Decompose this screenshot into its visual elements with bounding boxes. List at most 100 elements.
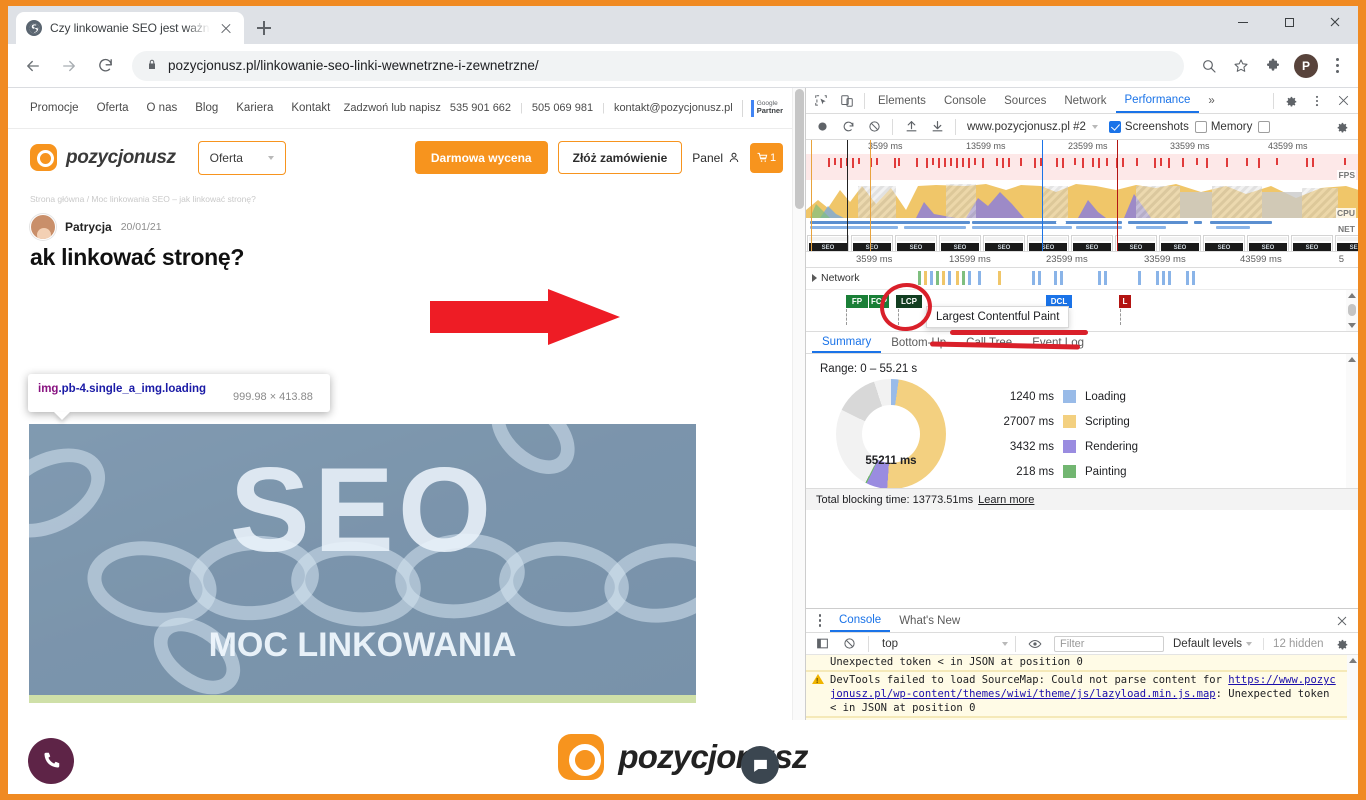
profile-avatar[interactable]: P [1294,53,1318,78]
clear-icon[interactable] [862,116,886,138]
learn-more-link[interactable]: Learn more [978,494,1034,506]
page-scrollbar-thumb[interactable] [795,89,804,209]
close-icon[interactable] [218,20,234,36]
tab-performance[interactable]: Performance [1115,88,1200,113]
overview-window-edge[interactable] [811,140,812,251]
console-message[interactable]: Unexpected token < in JSON at position 0 [806,655,1358,672]
phone-2[interactable]: 505 069 981 [532,102,593,114]
new-tab-button[interactable] [250,14,278,42]
drawer-tab-whats-new[interactable]: What's New [890,609,969,632]
forward-icon[interactable] [52,49,86,83]
filmstrip-frame[interactable] [807,235,849,251]
close-window-button[interactable] [1312,6,1358,38]
scroll-down-arrow-icon[interactable] [1348,323,1356,328]
phone-1[interactable]: 535 901 662 [450,102,511,114]
filmstrip[interactable] [806,234,1358,251]
capture-settings-gear-icon[interactable] [1330,116,1354,138]
tab-console[interactable]: Console [935,88,995,113]
tab-network[interactable]: Network [1055,88,1115,113]
more-tabs-icon[interactable]: » [1199,88,1223,113]
minimize-button[interactable] [1220,6,1266,38]
phone-fab-button[interactable] [28,738,74,784]
recording-target-dropdown[interactable]: www.pozycjonusz.pl #2 [962,121,1103,133]
filmstrip-frame[interactable] [895,235,937,251]
maximize-button[interactable] [1266,6,1312,38]
panel-link[interactable]: Panel [692,151,740,165]
filmstrip-frame[interactable] [1027,235,1069,251]
filmstrip-frame[interactable] [851,235,893,251]
console-levels-dropdown[interactable]: Default levels [1173,638,1253,650]
timeline-scrollbar-thumb[interactable] [1348,304,1356,316]
close-icon[interactable] [1330,610,1354,632]
console-toolbar: top Filter Default levels 12 hidden [806,633,1358,655]
filmstrip-frame[interactable] [1159,235,1201,251]
contact-email[interactable]: kontakt@pozycjonusz.pl [614,102,733,114]
back-icon[interactable] [16,49,50,83]
site-logo[interactable]: pozycjonusz [30,144,176,171]
page-scrollbar[interactable] [792,88,805,794]
close-icon[interactable] [1330,89,1356,113]
settings-gear-icon[interactable] [1278,89,1304,113]
free-quote-button[interactable]: Darmowa wycena [414,141,548,174]
tab-event-log[interactable]: Event Log [1022,332,1094,353]
divider [868,635,869,652]
zoom-icon[interactable] [1194,51,1224,81]
upload-profile-icon[interactable] [899,116,923,138]
memory-checkbox[interactable]: Memory [1194,120,1252,133]
eye-live-expression-icon[interactable] [1023,633,1047,655]
marker-fp[interactable]: FP [846,295,868,308]
inspect-element-icon[interactable] [808,89,834,113]
kebab-menu-icon[interactable] [1324,51,1350,81]
offer-dropdown[interactable]: Oferta [197,140,286,175]
performance-overview[interactable]: 3599 ms 13599 ms 23599 ms 33599 ms 43599… [806,140,1358,252]
filmstrip-frame[interactable] [1115,235,1157,251]
summary-scrollbar[interactable] [1346,354,1358,510]
place-order-button[interactable]: Złóż zamówienie [557,141,683,174]
marker-l[interactable]: L [1119,295,1131,308]
address-bar[interactable]: pozycjonusz.pl/linkowanie-seo-linki-wewn… [132,50,1184,81]
nav-oferta[interactable]: Oferta [97,102,129,114]
tab-summary[interactable]: Summary [812,332,882,353]
reload-icon[interactable] [88,49,122,83]
screenshots-checkbox[interactable]: Screenshots [1108,120,1189,133]
network-track-header[interactable]: Network [812,272,860,284]
nav-kontakt[interactable]: Kontakt [291,102,330,114]
filmstrip-frame[interactable] [1071,235,1113,251]
download-profile-icon[interactable] [925,116,949,138]
filmstrip-frame[interactable] [1335,235,1358,251]
reload-record-icon[interactable] [836,116,860,138]
filmstrip-frame[interactable] [1291,235,1333,251]
bookmark-star-icon[interactable] [1226,51,1256,81]
extra-checkbox[interactable] [1258,120,1271,133]
nav-o-nas[interactable]: O nas [147,102,178,114]
kebab-menu-icon[interactable] [810,610,830,632]
filmstrip-frame[interactable] [983,235,1025,251]
scroll-up-arrow-icon[interactable] [1348,357,1356,362]
filmstrip-frame[interactable] [939,235,981,251]
cart-button[interactable]: 1 [750,142,783,173]
console-context-selector[interactable]: top [876,638,1008,650]
tab-sources[interactable]: Sources [995,88,1055,113]
scroll-up-arrow-icon[interactable] [1348,293,1356,298]
settings-gear-icon[interactable] [1330,633,1354,655]
scroll-up-arrow-icon[interactable] [1348,658,1357,663]
tab-elements[interactable]: Elements [869,88,935,113]
network-track[interactable]: Network [806,268,1358,290]
drawer-tab-console[interactable]: Console [830,609,891,632]
record-icon[interactable] [810,116,834,138]
chat-fab-button[interactable] [741,746,779,784]
console-filter-input[interactable]: Filter [1054,635,1164,652]
nav-blog[interactable]: Blog [195,102,218,114]
extensions-puzzle-icon[interactable] [1258,51,1288,81]
clear-console-icon[interactable] [837,633,861,655]
filmstrip-frame[interactable] [1247,235,1289,251]
nav-kariera[interactable]: Kariera [236,102,273,114]
console-message[interactable]: DevTools failed to load SourceMap: Could… [806,671,1358,718]
nav-promocje[interactable]: Promocje [30,102,79,114]
browser-tab[interactable]: Czy linkowanie SEO jest ważne? [16,12,244,44]
timeline-scrollbar[interactable] [1346,290,1358,331]
kebab-menu-icon[interactable] [1304,89,1330,113]
filmstrip-frame[interactable] [1203,235,1245,251]
sidebar-toggle-icon[interactable] [810,633,834,655]
device-toolbar-icon[interactable] [834,89,860,113]
